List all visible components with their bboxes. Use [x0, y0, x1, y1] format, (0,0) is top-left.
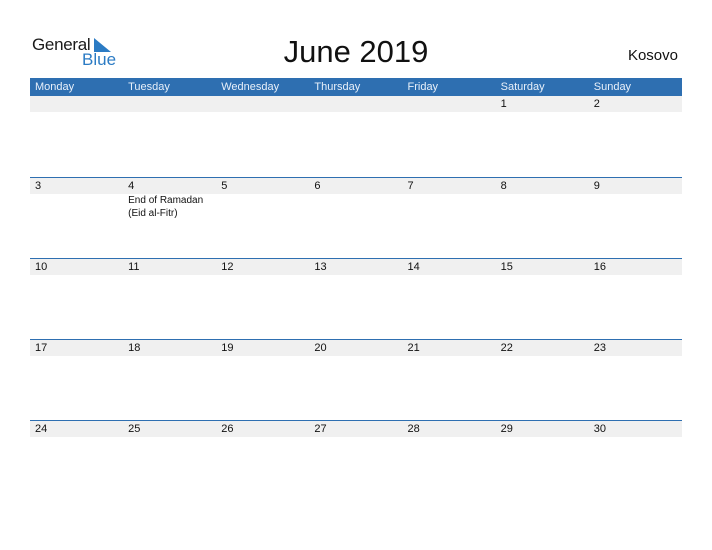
weekday-tuesday: Tuesday — [128, 81, 170, 93]
day-number: 3 — [35, 180, 42, 192]
day-cell: 24 — [30, 421, 123, 437]
weekday-thursday: Thursday — [314, 81, 361, 93]
day-number: 24 — [35, 423, 48, 435]
day-cell — [30, 96, 123, 112]
day-number: 22 — [500, 342, 513, 354]
day-number: 14 — [407, 261, 420, 273]
week-day-strip: 12 — [30, 96, 682, 112]
day-number: 8 — [500, 180, 507, 192]
day-cell: 27 — [309, 421, 402, 437]
day-cell: 3 — [30, 178, 123, 194]
day-cell — [123, 96, 216, 112]
day-number: 9 — [593, 180, 600, 192]
day-cell: 28 — [403, 421, 496, 437]
day-cell: 9 — [589, 178, 682, 194]
week-day-strip: 10 11 12 13 14 15 16 — [30, 259, 682, 275]
day-number: 12 — [221, 261, 234, 273]
day-cell: 5 — [216, 178, 309, 194]
day-number: 10 — [35, 261, 48, 273]
day-cell: 17 — [30, 340, 123, 356]
day-number: 23 — [593, 342, 606, 354]
day-number: 15 — [500, 261, 513, 273]
day-cell: 29 — [496, 421, 589, 437]
day-cell: 30 — [589, 421, 682, 437]
day-cell: 12 — [216, 259, 309, 275]
week-day-strip: 3 4 End of Ramadan (Eid al-Fitr) 5 6 7 8 9 — [30, 178, 682, 219]
day-cell: 11 — [123, 259, 216, 275]
day-number: 26 — [221, 423, 234, 435]
day-cell: 6 — [309, 178, 402, 194]
day-cell: 4 End of Ramadan (Eid al-Fitr) — [123, 178, 216, 219]
day-cell: 25 — [123, 421, 216, 437]
day-number: 19 — [221, 342, 234, 354]
day-number: 27 — [314, 423, 327, 435]
day-number: 25 — [128, 423, 141, 435]
week-row: 3 4 End of Ramadan (Eid al-Fitr) 5 6 7 8 9 — [30, 177, 682, 258]
day-cell: 21 — [403, 340, 496, 356]
week-day-strip: 24 25 26 27 28 29 30 — [30, 421, 682, 437]
day-number: 21 — [407, 342, 420, 354]
week-row: 24 25 26 27 28 29 30 — [30, 420, 682, 501]
day-cell: 26 — [216, 421, 309, 437]
week-row: 10 11 12 13 14 15 16 — [30, 258, 682, 339]
holiday-label: End of Ramadan (Eid al-Fitr) — [128, 194, 203, 220]
holiday-line: End of Ramadan — [128, 195, 204, 206]
country-label: Kosovo — [627, 47, 678, 64]
day-number: 11 — [128, 261, 140, 273]
weekday-wednesday: Wednesday — [221, 81, 280, 93]
day-cell: 10 — [30, 259, 123, 275]
day-cell: 7 — [403, 178, 496, 194]
day-number: 17 — [35, 342, 48, 354]
day-number: 16 — [593, 261, 606, 273]
day-cell: 2 — [589, 96, 682, 112]
day-number: 5 — [221, 180, 228, 192]
weekday-friday: Friday — [407, 81, 439, 93]
day-number: 20 — [314, 342, 327, 354]
day-cell — [309, 96, 402, 112]
day-cell: 18 — [123, 340, 216, 356]
day-number: 4 — [128, 180, 135, 192]
day-cell: 23 — [589, 340, 682, 356]
day-cell: 14 — [403, 259, 496, 275]
day-cell: 15 — [496, 259, 589, 275]
day-number: 29 — [500, 423, 513, 435]
day-cell — [216, 96, 309, 112]
weekday-sunday: Sunday — [593, 81, 632, 93]
weekday-header: Monday Tuesday Wednesday Thursday Friday… — [30, 78, 682, 96]
day-number: 18 — [128, 342, 141, 354]
week-day-strip: 17 18 19 20 21 22 23 — [30, 340, 682, 356]
day-cell: 22 — [496, 340, 589, 356]
day-cell: 20 — [309, 340, 402, 356]
day-number: 1 — [500, 98, 507, 110]
weekday-monday: Monday — [35, 81, 75, 93]
day-cell — [403, 96, 496, 112]
day-cell: 19 — [216, 340, 309, 356]
calendar-title: June 2019 — [283, 34, 429, 69]
day-cell: 8 — [496, 178, 589, 194]
day-number: 28 — [407, 423, 420, 435]
day-cell: 13 — [309, 259, 402, 275]
day-number: 30 — [593, 423, 606, 435]
day-number: 2 — [593, 98, 600, 110]
day-number: 6 — [314, 180, 321, 192]
calendar-grid: Monday Tuesday Wednesday Thursday Friday… — [30, 78, 682, 501]
week-row: 12 — [30, 96, 682, 177]
day-number: 7 — [407, 180, 414, 192]
weekday-saturday: Saturday — [500, 81, 545, 93]
day-cell: 16 — [589, 259, 682, 275]
holiday-line: (Eid al-Fitr) — [128, 208, 178, 219]
week-row: 17 18 19 20 21 22 23 — [30, 339, 682, 420]
day-number: 13 — [314, 261, 327, 273]
day-cell: 1 — [496, 96, 589, 112]
